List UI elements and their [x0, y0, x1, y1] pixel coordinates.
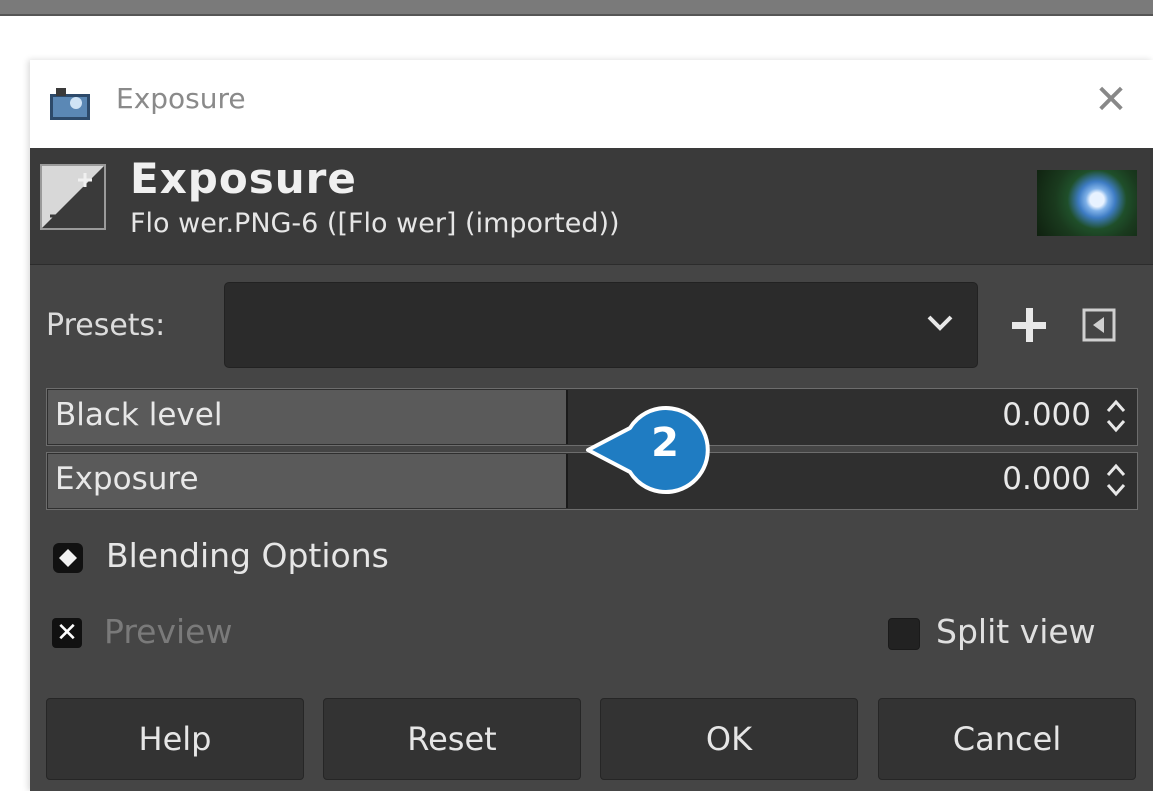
split-view-label: Split view	[936, 612, 1096, 651]
dialog-heading: Exposure	[130, 154, 357, 203]
gimp-app-icon	[50, 88, 90, 120]
exposure-value: 0.000	[1002, 461, 1091, 497]
exposure-tool-icon	[40, 164, 106, 230]
preset-menu-icon[interactable]	[1082, 308, 1116, 342]
window-title: Exposure	[116, 82, 246, 115]
spinner-arrows-icon[interactable]	[1103, 461, 1129, 499]
dialog-header: Exposure Flo wer.PNG-6 ([Flo wer] (impor…	[30, 148, 1153, 265]
background-window-edge	[0, 0, 1153, 16]
flower-thumbnail	[1037, 170, 1137, 236]
chevron-down-icon	[927, 315, 953, 331]
blending-options-label: Blending Options	[106, 536, 389, 575]
close-icon: ✕	[1094, 77, 1128, 123]
step-callout-number: 2	[651, 420, 679, 466]
preview-label: Preview	[104, 612, 233, 651]
checkmark-icon: ✕	[56, 618, 78, 648]
cancel-button[interactable]: Cancel	[878, 698, 1136, 780]
exposure-label: Exposure	[55, 461, 199, 497]
black-level-label: Black level	[55, 397, 223, 433]
window-titlebar: Exposure ✕	[30, 60, 1153, 149]
exposure-dialog: Exposure ✕ Exposure Flo wer.PNG-6 ([Flo …	[30, 60, 1153, 791]
reset-button[interactable]: Reset	[323, 698, 581, 780]
close-button[interactable]: ✕	[1089, 78, 1133, 122]
image-subtitle: Flo wer.PNG-6 ([Flo wer] (imported))	[130, 208, 620, 239]
spinner-arrows-icon[interactable]	[1103, 397, 1129, 435]
split-view-checkbox[interactable]	[888, 618, 920, 650]
help-button[interactable]: Help	[46, 698, 304, 780]
presets-label: Presets:	[46, 308, 166, 343]
expander-icon	[53, 543, 83, 573]
black-level-value: 0.000	[1002, 397, 1091, 433]
add-preset-icon[interactable]	[1008, 304, 1050, 346]
preview-checkbox[interactable]: ✕	[52, 618, 82, 648]
ok-button[interactable]: OK	[600, 698, 858, 780]
presets-dropdown[interactable]	[224, 282, 978, 368]
